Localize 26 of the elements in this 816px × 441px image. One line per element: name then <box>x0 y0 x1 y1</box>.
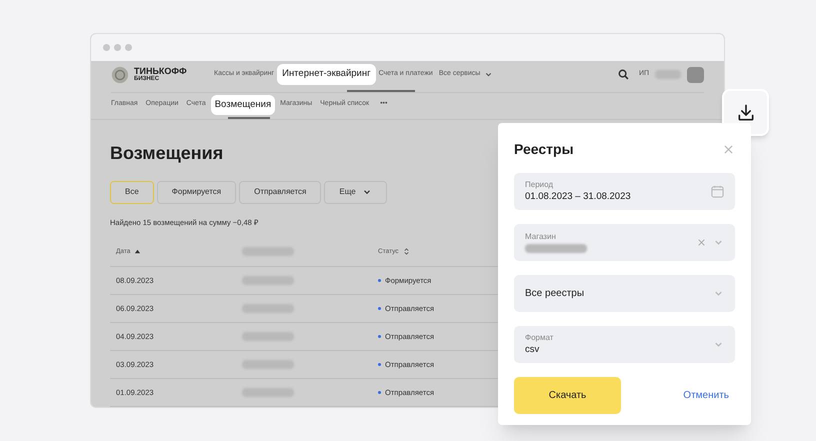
subnav-tab[interactable]: Возмещения <box>210 94 276 115</box>
date-field[interactable]: Период 01.08.2023 – 31.08.2023 <box>514 173 735 210</box>
logo-text: ТИНЬКОФФ <box>134 67 187 76</box>
filter-button[interactable]: Отправляется <box>239 180 322 204</box>
field-value: Все реестры <box>525 288 586 298</box>
page-title: Возмещения <box>110 144 224 162</box>
field-value: 01.08.2023 – 31.08.2023 <box>525 192 632 202</box>
field-value: csv <box>525 345 540 355</box>
select-field[interactable]: Все реестры <box>514 275 735 312</box>
nav-tab[interactable]: Интернет-эквайринг <box>277 64 376 85</box>
select-field[interactable]: Формат csv <box>514 326 735 363</box>
download-icon <box>736 102 756 122</box>
field-label: Магазин <box>525 232 557 240</box>
select-field[interactable]: Магазин <box>514 224 735 261</box>
download-submit-button[interactable]: Скачать <box>514 377 621 414</box>
filter-button[interactable]: Еще <box>324 180 387 204</box>
filter-button[interactable]: Все <box>110 180 154 204</box>
field-label: Период <box>525 181 554 190</box>
sort-ascending-icon[interactable] <box>134 248 142 256</box>
search-icon[interactable] <box>618 69 629 80</box>
filter-button[interactable]: Формируется <box>156 180 236 204</box>
emblem-icon <box>111 66 129 84</box>
field-label: Формат <box>525 334 554 342</box>
sort-icon[interactable] <box>402 247 410 256</box>
cancel-link[interactable]: Отменить <box>683 388 729 403</box>
dialog-title: Реестры <box>514 140 574 159</box>
